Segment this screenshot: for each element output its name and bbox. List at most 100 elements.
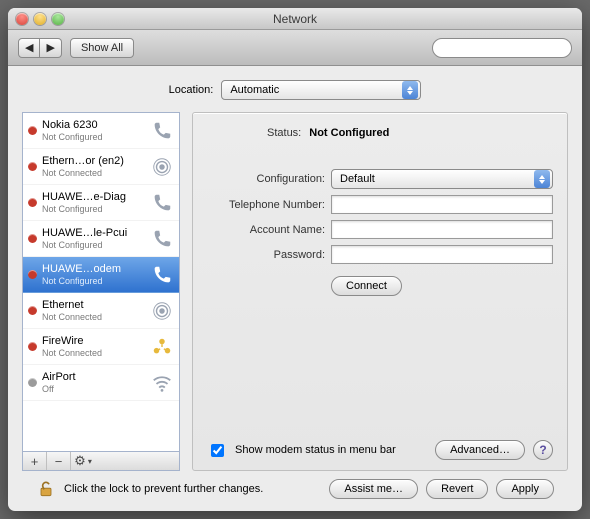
service-text: AirPortOff: [42, 371, 145, 395]
status-dot-icon: [28, 378, 37, 387]
location-label: Location:: [169, 84, 214, 96]
status-dot-icon: [28, 270, 37, 279]
configuration-value: Default: [340, 173, 528, 185]
service-text: HUAWE…e-DiagNot Configured: [42, 191, 145, 215]
titlebar: Network: [8, 8, 582, 30]
service-status: Not Configured: [42, 239, 145, 251]
phone-icon: [150, 191, 174, 215]
assist-me-button[interactable]: Assist me…: [329, 479, 418, 499]
apply-button[interactable]: Apply: [496, 479, 554, 499]
service-name: FireWire: [42, 335, 145, 347]
help-button[interactable]: ?: [533, 440, 553, 460]
phone-icon: [150, 263, 174, 287]
firewire-icon: [150, 335, 174, 359]
service-row[interactable]: FireWireNot Connected: [23, 329, 179, 365]
nav-segmented-control: ◀ ▶: [18, 38, 62, 58]
service-name: HUAWE…odem: [42, 263, 145, 275]
service-row[interactable]: Ethern…or (en2)Not Connected: [23, 149, 179, 185]
service-status: Not Connected: [42, 167, 145, 179]
service-name: Nokia 6230: [42, 119, 145, 131]
service-name: HUAWE…le-Pcui: [42, 227, 145, 239]
status-dot-icon: [28, 342, 37, 351]
add-service-button[interactable]: +: [23, 452, 47, 470]
window-title: Network: [8, 12, 582, 26]
service-row[interactable]: AirPortOff: [23, 365, 179, 401]
search-field-container[interactable]: [432, 38, 572, 58]
close-window-button[interactable]: [16, 13, 28, 25]
service-list-footer: + − ⚙▾: [22, 451, 180, 471]
service-actions-button[interactable]: ⚙▾: [71, 452, 95, 470]
location-value: Automatic: [230, 84, 396, 96]
ethernet-icon: [150, 299, 174, 323]
chevron-down-icon: ▾: [88, 457, 92, 466]
service-row[interactable]: HUAWE…odemNot Configured: [23, 257, 179, 293]
password-input[interactable]: [331, 245, 553, 264]
status-row: Status: Not Configured: [207, 127, 553, 139]
service-status: Not Configured: [42, 203, 145, 215]
service-text: Nokia 6230Not Configured: [42, 119, 145, 143]
location-row: Location: Automatic: [22, 80, 568, 100]
connect-button[interactable]: Connect: [331, 276, 402, 296]
service-status: Not Configured: [42, 131, 145, 143]
revert-button[interactable]: Revert: [426, 479, 488, 499]
ethernet-icon: [150, 155, 174, 179]
service-text: Ethern…or (en2)Not Connected: [42, 155, 145, 179]
service-row[interactable]: HUAWE…le-PcuiNot Configured: [23, 221, 179, 257]
bottom-bar: Click the lock to prevent further change…: [22, 471, 568, 499]
status-dot-icon: [28, 126, 37, 135]
password-label: Password:: [207, 249, 325, 261]
connection-form: Configuration: Default Telephone Number:…: [207, 169, 553, 296]
service-status: Not Connected: [42, 311, 145, 323]
service-name: HUAWE…e-Diag: [42, 191, 145, 203]
configuration-popup[interactable]: Default: [331, 169, 553, 189]
service-row[interactable]: Nokia 6230Not Configured: [23, 113, 179, 149]
service-status: Not Connected: [42, 347, 145, 359]
service-status: Off: [42, 383, 145, 395]
updown-arrows-icon: [402, 81, 418, 99]
zoom-window-button[interactable]: [52, 13, 64, 25]
detail-footer: Show modem status in menu bar Advanced… …: [207, 440, 553, 460]
account-name-label: Account Name:: [207, 224, 325, 236]
toolbar: ◀ ▶ Show All: [8, 30, 582, 66]
minimize-window-button[interactable]: [34, 13, 46, 25]
service-text: EthernetNot Connected: [42, 299, 145, 323]
service-name: Ethern…or (en2): [42, 155, 145, 167]
window-controls: [16, 13, 64, 25]
service-row[interactable]: EthernetNot Connected: [23, 293, 179, 329]
lock-text: Click the lock to prevent further change…: [64, 483, 263, 495]
forward-button[interactable]: ▶: [40, 38, 61, 58]
advanced-button[interactable]: Advanced…: [435, 440, 525, 460]
phone-icon: [150, 119, 174, 143]
phone-icon: [150, 227, 174, 251]
location-popup[interactable]: Automatic: [221, 80, 421, 100]
remove-service-button[interactable]: −: [47, 452, 71, 470]
show-modem-status-checkbox[interactable]: [211, 444, 224, 457]
search-input[interactable]: [443, 41, 582, 55]
updown-arrows-icon: [534, 170, 550, 188]
service-name: Ethernet: [42, 299, 145, 311]
telephone-number-label: Telephone Number:: [207, 199, 325, 211]
service-name: AirPort: [42, 371, 145, 383]
telephone-number-input[interactable]: [331, 195, 553, 214]
service-text: HUAWE…le-PcuiNot Configured: [42, 227, 145, 251]
service-list[interactable]: Nokia 6230Not ConfiguredEthern…or (en2)N…: [22, 112, 180, 451]
service-status: Not Configured: [42, 275, 145, 287]
chevron-right-icon: ▶: [46, 41, 54, 54]
back-button[interactable]: ◀: [18, 38, 40, 58]
services-panel: Nokia 6230Not ConfiguredEthern…or (en2)N…: [22, 112, 180, 471]
status-dot-icon: [28, 162, 37, 171]
show-modem-status-label[interactable]: Show modem status in menu bar: [235, 444, 396, 456]
service-text: HUAWE…odemNot Configured: [42, 263, 145, 287]
status-dot-icon: [28, 234, 37, 243]
configuration-label: Configuration:: [207, 173, 325, 185]
account-name-input[interactable]: [331, 220, 553, 239]
content-area: Location: Automatic Nokia 6230Not Config…: [8, 66, 582, 511]
lock-icon[interactable]: [36, 479, 56, 499]
help-icon: ?: [539, 443, 546, 457]
service-row[interactable]: HUAWE…e-DiagNot Configured: [23, 185, 179, 221]
chevron-left-icon: ◀: [25, 41, 33, 54]
status-dot-icon: [28, 198, 37, 207]
status-value: Not Configured: [309, 127, 389, 139]
show-all-button[interactable]: Show All: [70, 38, 134, 58]
service-detail-panel: Status: Not Configured Configuration: De…: [192, 112, 568, 471]
